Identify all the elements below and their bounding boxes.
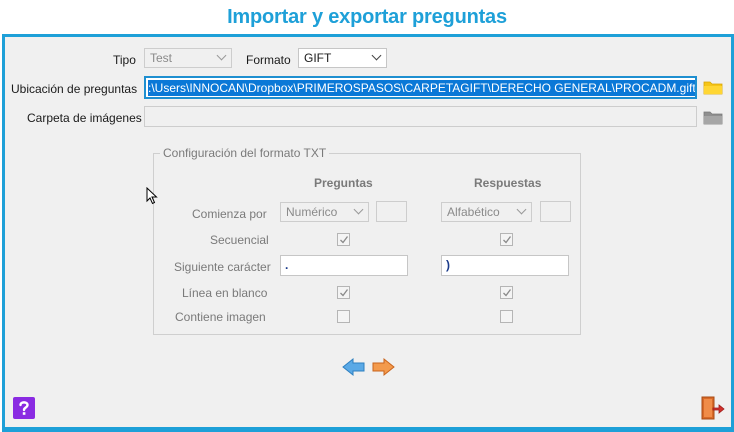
formato-select[interactable]: GIFT [298, 48, 387, 68]
carpeta-label: Carpeta de imágenes [27, 111, 142, 125]
tipo-select-value: Test [150, 51, 173, 65]
tipo-select[interactable]: Test [144, 48, 232, 68]
comienza-label: Comienza por [192, 207, 267, 221]
comienza-respuestas-select[interactable]: Alfabético [441, 202, 532, 222]
question-icon [19, 401, 29, 415]
carpeta-input[interactable] [144, 106, 697, 127]
ubicacion-input-value: :\Users\INNOCAN\Dropbox\PRIMEROSPASOS\CA… [148, 80, 696, 96]
chevron-down-icon [353, 204, 364, 215]
comienza-preguntas-extra[interactable] [376, 201, 407, 222]
formato-select-value: GIFT [304, 51, 332, 65]
col-preguntas-header: Preguntas [314, 176, 373, 190]
imagen-respuestas-checkbox[interactable] [500, 310, 513, 323]
col-respuestas-header: Respuestas [474, 176, 542, 190]
siguiente-respuestas-input[interactable]: ) [441, 255, 569, 276]
linea-preguntas-checkbox[interactable] [337, 286, 350, 299]
arrow-left-icon[interactable] [342, 357, 366, 380]
ubicacion-label: Ubicación de preguntas [11, 82, 138, 96]
imagen-preguntas-checkbox[interactable] [337, 310, 350, 323]
siguiente-preguntas-input[interactable]: . [280, 255, 408, 276]
secuencial-preguntas-checkbox[interactable] [337, 233, 350, 246]
chevron-down-icon [216, 50, 227, 61]
tipo-label: Tipo [113, 53, 136, 67]
linea-label: Línea en blanco [182, 286, 268, 300]
comienza-respuestas-extra[interactable] [540, 201, 571, 222]
txt-config-group: Configuración del formato TXT Preguntas … [153, 146, 581, 335]
secuencial-label: Secuencial [210, 233, 269, 247]
ubicacion-input[interactable]: :\Users\INNOCAN\Dropbox\PRIMEROSPASOS\CA… [144, 76, 697, 99]
help-button[interactable] [13, 397, 35, 419]
formato-label: Formato [246, 53, 291, 67]
comienza-respuestas-value: Alfabético [447, 205, 500, 219]
txt-config-title: Configuración del formato TXT [160, 146, 330, 160]
main-panel: Tipo Test Formato GIFT Ubicación de preg… [2, 34, 734, 432]
folder-icon[interactable] [703, 79, 723, 95]
siguiente-label: Siguiente carácter [174, 260, 271, 274]
window-title: Importar y exportar preguntas [227, 6, 507, 28]
mouse-cursor-icon [146, 186, 158, 208]
imagen-label: Contiene imagen [175, 310, 266, 324]
exit-door-icon [701, 396, 725, 420]
comienza-preguntas-select[interactable]: Numérico [280, 202, 369, 222]
chevron-down-icon [371, 50, 382, 61]
folder-icon[interactable] [703, 109, 723, 125]
exit-button[interactable] [699, 395, 725, 424]
secuencial-respuestas-checkbox[interactable] [500, 233, 513, 246]
chevron-down-icon [516, 204, 527, 215]
comienza-preguntas-value: Numérico [286, 205, 338, 219]
linea-respuestas-checkbox[interactable] [500, 286, 513, 299]
arrow-right-icon[interactable] [371, 357, 395, 380]
